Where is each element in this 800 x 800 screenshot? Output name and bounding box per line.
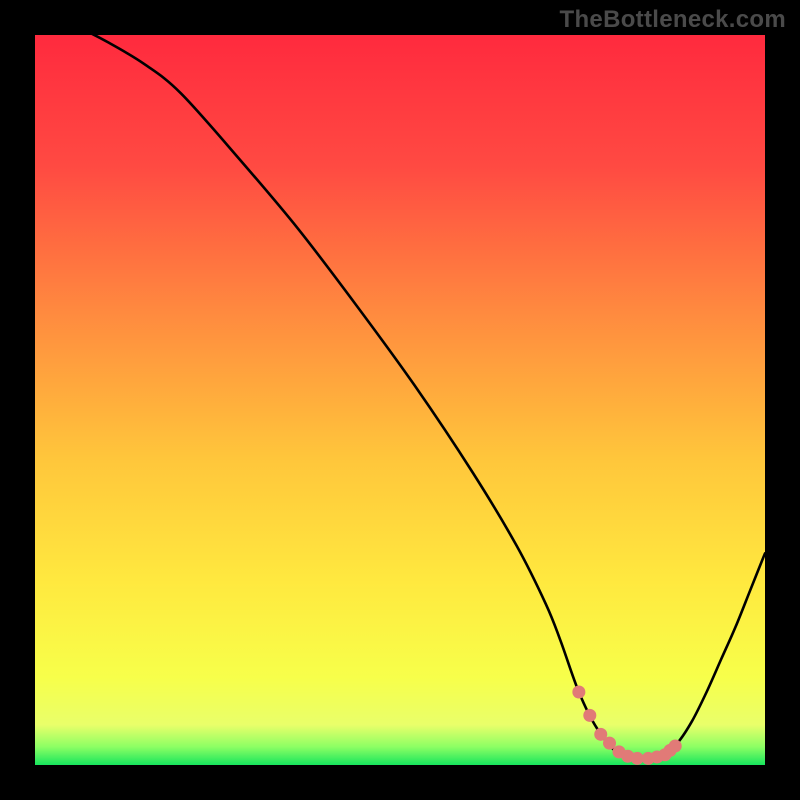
optimal-zone-dot (669, 740, 682, 753)
plot-background (35, 35, 765, 765)
optimal-zone-dot (572, 686, 585, 699)
bottleneck-plot (35, 35, 765, 765)
optimal-zone-dot (583, 709, 596, 722)
plot-svg (35, 35, 765, 765)
watermark-text: TheBottleneck.com (560, 6, 786, 34)
chart-container: TheBottleneck.com (0, 0, 800, 800)
